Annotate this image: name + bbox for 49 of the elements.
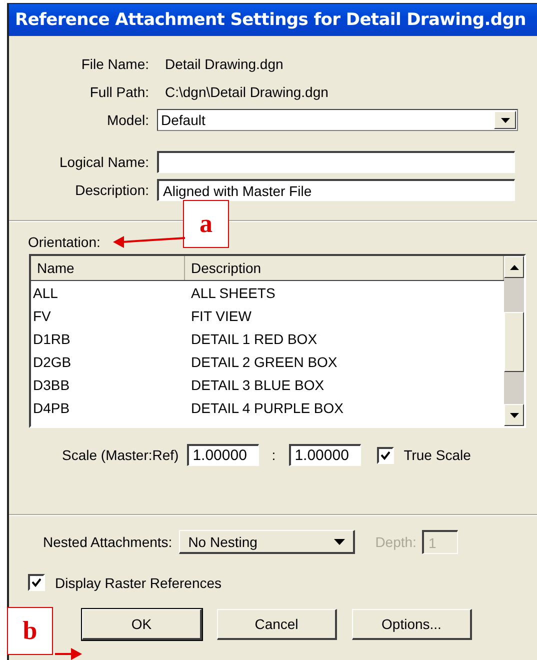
- list-cell[interactable]: D1RB: [31, 327, 185, 350]
- checkmark-icon: [32, 578, 41, 587]
- dialog-button[interactable]: Cancel: [217, 609, 337, 640]
- true-scale-checkbox[interactable]: [376, 446, 394, 464]
- list-cell[interactable]: D2GB: [31, 350, 185, 373]
- annotation-callout: b: [7, 607, 53, 655]
- list-cell[interactable]: ALL: [31, 281, 185, 304]
- scrollbar-thumb[interactable]: [504, 312, 524, 372]
- list-cell[interactable]: DETAIL 3 BLUE BOX: [185, 373, 504, 396]
- model-dropdown[interactable]: Default: [157, 109, 518, 131]
- list-cell[interactable]: DETAIL 2 GREEN BOX: [185, 350, 504, 373]
- list-cell[interactable]: D3BB: [31, 373, 185, 396]
- annotation-arrow: [55, 648, 83, 660]
- column-header[interactable]: Name: [31, 256, 185, 280]
- scroll-down-icon[interactable]: [504, 404, 524, 426]
- list-cell[interactable]: FIT VIEW: [185, 304, 504, 327]
- ref-scale-field[interactable]: 1.00000: [288, 444, 361, 466]
- field-label: Description:: [74, 182, 150, 198]
- dialog-button[interactable]: Options...: [352, 609, 472, 640]
- master-scale-field[interactable]: 1.00000: [186, 444, 259, 466]
- input-field[interactable]: [157, 151, 515, 173]
- list-cell[interactable]: ALL SHEETS: [185, 281, 504, 304]
- checkmark-icon: [380, 450, 390, 460]
- field-label: File Name:: [80, 56, 150, 72]
- scale-label: Scale (Master:Ref): [62, 447, 179, 463]
- scale-separator: :: [270, 447, 277, 463]
- scroll-up-icon[interactable]: [504, 256, 524, 278]
- vertical-scrollbar[interactable]: [504, 256, 524, 426]
- list-cell[interactable]: FV: [31, 304, 185, 327]
- display-raster-label: Display Raster References: [55, 574, 222, 590]
- list-cell[interactable]: D4PB: [31, 396, 185, 419]
- list-cell[interactable]: DETAIL 4 PURPLE BOX: [185, 396, 504, 419]
- field-label: Logical Name:: [58, 154, 150, 170]
- field-value: C:\dgn\Detail Drawing.dgn: [164, 84, 328, 100]
- field-value: Detail Drawing.dgn: [164, 56, 284, 72]
- annotation-callout: a: [183, 200, 229, 248]
- window-title: Reference Attachment Settings for Detail Drawing.dgn: [15, 10, 526, 30]
- field-label: Model:: [106, 112, 150, 128]
- nested-attachments-label: Nested Attachments:: [43, 534, 172, 550]
- dialog-button[interactable]: OK: [82, 609, 202, 640]
- nesting-dropdown[interactable]: No Nesting: [179, 530, 356, 554]
- true-scale-label: True Scale: [404, 447, 471, 463]
- orientation-label: Orientation:: [28, 234, 100, 250]
- display-raster-checkbox[interactable]: [28, 574, 45, 591]
- dropdown-arrow-icon[interactable]: [334, 538, 346, 544]
- field-label: Full Path:: [88, 84, 150, 100]
- input-field[interactable]: Aligned with Master File: [157, 179, 515, 201]
- depth-label: Depth:: [375, 534, 416, 550]
- list-cell[interactable]: DETAIL 1 RED BOX: [185, 327, 504, 350]
